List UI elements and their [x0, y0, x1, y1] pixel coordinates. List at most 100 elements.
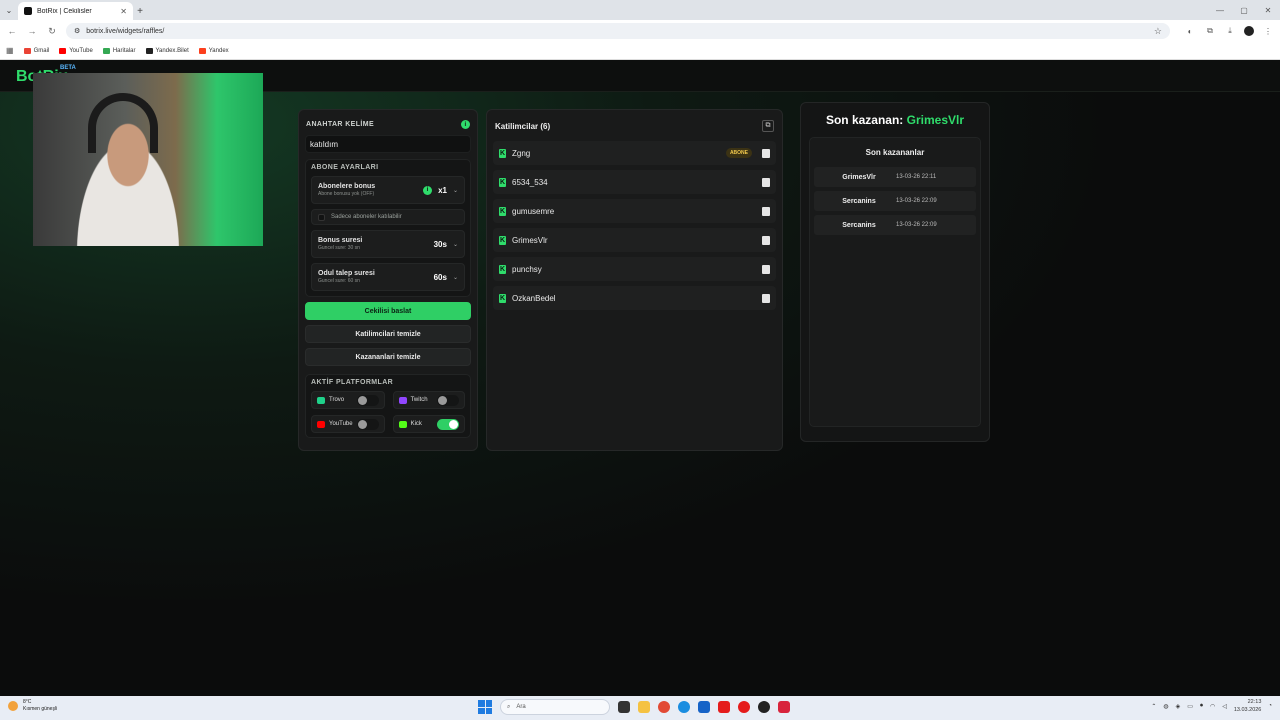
only-subscribers-checkbox[interactable]: Sadece aboneler katılabilir — [311, 209, 465, 225]
sub-bonus-title: Abonelere bonus — [318, 183, 376, 190]
claim-time-select[interactable]: 60s — [434, 273, 447, 282]
start-raffle-button[interactable]: Cekilisi baslat — [305, 302, 471, 320]
bonus-time-select[interactable]: 30s — [434, 240, 447, 249]
chrome-icon[interactable] — [658, 701, 670, 713]
microphone-icon[interactable]: ⏺ — [1200, 703, 1203, 710]
page-content: BotRix BETA ANAHTAR KELİME i ABONE AYARL… — [0, 60, 1280, 696]
trash-icon[interactable] — [762, 293, 770, 303]
extensions-puzzle-icon[interactable]: ⧉ — [1204, 26, 1216, 36]
kick-icon: K — [499, 293, 506, 303]
active-platforms-section: AKTİF PLATFORMLAR Trovo Twitch YouTube K… — [305, 374, 471, 438]
close-tab-icon[interactable]: ✕ — [120, 7, 127, 16]
participants-panel: Katilimcilar (6) ⧉ K Zgng ABONE K 6534_5… — [486, 109, 783, 451]
wifi-icon[interactable]: ◠ — [1210, 703, 1215, 710]
checkbox-box[interactable] — [318, 213, 325, 221]
weather-widget[interactable]: 8°C Kısmen güneşli — [8, 699, 57, 713]
headset-shape — [88, 93, 158, 153]
keyword-info-icon[interactable]: i — [461, 120, 470, 129]
trash-icon[interactable] — [762, 148, 770, 158]
weather-temp: 8°C — [23, 699, 32, 705]
downloads-icon[interactable]: ⤓ — [1224, 26, 1236, 36]
sub-bonus-info-icon[interactable]: i — [423, 185, 433, 195]
maximize-icon[interactable]: ▢ — [1232, 0, 1256, 20]
bookmarks-bar: ▦ Gmail YouTube Haritalar Yandex.Bilet Y… — [0, 42, 1280, 60]
youtube-app-icon[interactable] — [718, 701, 730, 713]
trash-icon[interactable] — [762, 206, 770, 216]
back-icon[interactable]: ← — [6, 26, 18, 36]
chevron-down-icon[interactable]: ⌄ — [453, 241, 458, 248]
minimize-icon[interactable]: — — [1208, 0, 1232, 20]
address-bar[interactable]: ⚙ botrix.live/widgets/raffles/ ☆ — [66, 23, 1170, 39]
keyword-input[interactable] — [305, 135, 471, 153]
bookmark-yandex[interactable]: Yandex — [198, 47, 229, 54]
kick-toggle[interactable] — [437, 418, 459, 430]
twitch-toggle[interactable] — [437, 394, 459, 406]
beta-badge: BETA — [60, 65, 76, 71]
chevron-down-icon[interactable]: ⌄ — [453, 274, 458, 281]
vivaldi-icon[interactable] — [778, 701, 790, 713]
store-icon[interactable] — [698, 701, 710, 713]
kick-icon: K — [499, 148, 506, 158]
profile-avatar[interactable] — [1244, 26, 1254, 36]
volume-icon[interactable]: ◁ — [1222, 703, 1227, 710]
kick-icon: K — [499, 206, 506, 216]
tray-chevron-up-icon[interactable]: ⌃ — [1151, 703, 1156, 710]
youtube-toggle[interactable] — [356, 418, 379, 430]
claim-time-subtitle: Guncel sure: 60 sn — [318, 278, 360, 284]
claim-time-setting: Odul talep suresi Guncel sure: 60 sn 60s… — [311, 263, 465, 291]
site-info-icon[interactable]: ⚙ — [74, 27, 80, 35]
winner-time: 13-03-26 22:09 — [896, 222, 937, 228]
windows-start-icon[interactable] — [478, 700, 492, 714]
participant-row: K Zgng ABONE — [493, 141, 776, 165]
platform-youtube: YouTube — [311, 415, 385, 433]
apps-grid-icon[interactable]: ▦ — [6, 46, 14, 55]
participant-name: 6534_534 — [512, 177, 548, 187]
weather-desc: Kısmen güneşli — [23, 706, 58, 712]
tab-search-icon[interactable]: ⌄ — [0, 0, 18, 20]
taskbar-clock[interactable]: 22:13 13.03.2026 — [1234, 698, 1262, 714]
forward-icon[interactable]: → — [26, 26, 38, 36]
browser-menu-icon[interactable]: ⋮ — [1262, 27, 1274, 36]
notification-bell-icon[interactable]: ◔ — [1268, 703, 1272, 709]
chevron-down-icon[interactable]: ⌄ — [453, 187, 458, 194]
copy-icon[interactable]: ⧉ — [762, 120, 774, 132]
taskbar-search[interactable]: ⌕ Ara — [500, 699, 610, 715]
edge-icon[interactable] — [678, 701, 690, 713]
browser-tab-active[interactable]: BotRix | Cekilisler ✕ — [18, 2, 133, 20]
trash-icon[interactable] — [762, 264, 770, 274]
bookmark-yandex-bilet[interactable]: Yandex.Bilet — [145, 47, 189, 54]
trash-icon[interactable] — [762, 177, 770, 187]
tray-app-icon[interactable]: ◍ — [1163, 703, 1168, 710]
keyword-label: ANAHTAR KELİME — [306, 121, 375, 128]
bookmark-maps[interactable]: Haritalar — [102, 47, 136, 54]
tray-display-icon[interactable]: ▭ — [1187, 703, 1193, 710]
windows-taskbar: 8°C Kısmen güneşli ⌕ Ara ⌃ ◍ ◈ ▭ ⏺ ◠ ◁ 2… — [0, 696, 1280, 720]
file-explorer-icon[interactable] — [638, 701, 650, 713]
participants-title: Katilimcilar (6) — [495, 121, 551, 131]
new-tab-button[interactable]: + — [133, 2, 147, 20]
trovo-toggle[interactable] — [356, 394, 379, 406]
obs-record-icon[interactable] — [738, 701, 750, 713]
participant-row: K gumusemre — [493, 199, 776, 223]
tray-network-app-icon[interactable]: ◈ — [1176, 703, 1181, 710]
clear-participants-button[interactable]: Katilimcilari temizle — [305, 325, 471, 343]
reload-icon[interactable]: ↻ — [46, 26, 58, 37]
close-window-icon[interactable]: ✕ — [1256, 0, 1280, 20]
obs-icon[interactable] — [758, 701, 770, 713]
task-view-icon[interactable] — [618, 701, 630, 713]
participant-name: GrimesVlr — [512, 235, 548, 245]
bookmark-gmail[interactable]: Gmail — [23, 47, 49, 54]
raffle-settings-panel: ANAHTAR KELİME i ABONE AYARLARI Aboneler… — [298, 109, 478, 451]
bookmark-star-icon[interactable]: ☆ — [1154, 26, 1162, 37]
extension-icon[interactable]: ◐ — [1184, 27, 1196, 36]
platform-trovo: Trovo — [311, 391, 385, 409]
maps-icon — [102, 47, 110, 54]
participant-row: K punchsy — [493, 257, 776, 281]
sub-bonus-subtitle: Abone bonusu yok (OFF) — [318, 191, 375, 197]
clear-winners-button[interactable]: Kazananlari temizle — [305, 348, 471, 366]
trash-icon[interactable] — [762, 235, 770, 245]
participant-name: Zgng — [512, 148, 531, 158]
bookmark-youtube[interactable]: YouTube — [59, 47, 93, 54]
browser-tabstrip: ⌄ BotRix | Cekilisler ✕ + — ▢ ✕ — [0, 0, 1280, 20]
sub-bonus-select[interactable]: x1 — [438, 186, 447, 195]
